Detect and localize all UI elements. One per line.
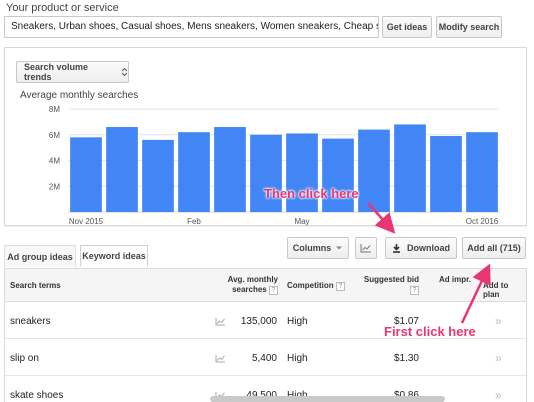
chart-x-tick-label: Feb xyxy=(187,217,201,226)
row-suggested-bid: $1.30 xyxy=(393,353,419,364)
table-header: Search terms Avg. monthly searches ? Com… xyxy=(5,269,526,302)
col-competition[interactable]: Competition ? xyxy=(287,281,345,291)
row-competition: High xyxy=(287,316,308,327)
row-search-term: skate shoes xyxy=(10,390,64,401)
trend-chart-icon[interactable] xyxy=(215,354,226,363)
product-service-input[interactable]: Sneakers, Urban shoes, Casual shoes, Men… xyxy=(4,16,379,38)
table-row: slip on 5,400 High $1.30 » xyxy=(5,339,526,376)
product-service-label: Your product or service xyxy=(6,2,119,14)
trend-chart-icon[interactable] xyxy=(215,317,226,326)
chart-x-tick-label: May xyxy=(294,217,309,226)
download-button[interactable]: Download xyxy=(385,237,457,259)
chart-bar xyxy=(70,137,102,212)
row-competition: High xyxy=(287,353,308,364)
tab-keyword-ideas[interactable]: Keyword ideas xyxy=(80,245,148,267)
modify-search-button[interactable]: Modify search xyxy=(436,16,502,38)
chart-bar xyxy=(466,132,498,212)
chart-y-tick-label: 6M xyxy=(49,131,60,140)
annotation-first-click: First click here xyxy=(384,324,476,339)
row-avg-monthly-searches: 135,000 xyxy=(240,316,277,327)
chart-bar xyxy=(394,124,426,212)
col-suggested-bid-label: Suggested bid xyxy=(363,275,419,284)
col-avg-monthly-line1: Avg. monthly xyxy=(227,275,278,284)
add-to-plan-icon[interactable]: » xyxy=(495,388,502,402)
chart-x-tick-label: Oct 2016 xyxy=(466,217,499,226)
get-ideas-button[interactable]: Get ideas xyxy=(382,16,432,38)
columns-button[interactable]: Columns xyxy=(287,237,349,259)
col-competition-label: Competition xyxy=(287,281,334,290)
add-all-button[interactable]: Add all (715) xyxy=(462,237,526,259)
chart-bar xyxy=(142,139,174,212)
chart-bar xyxy=(214,127,246,212)
columns-label: Columns xyxy=(292,243,332,253)
row-avg-monthly-searches: 5,400 xyxy=(251,353,277,364)
col-add-to-plan[interactable]: Add to plan xyxy=(483,281,526,299)
download-icon xyxy=(393,244,400,253)
help-icon[interactable]: ? xyxy=(335,282,345,291)
chart-y-tick-label: 4M xyxy=(49,157,60,166)
row-search-term: sneakers xyxy=(10,316,51,327)
annotation-then-click: Then click here xyxy=(264,186,359,201)
col-avg-monthly-searches[interactable]: Avg. monthly searches ? xyxy=(220,275,278,295)
chart-x-tick-label: Nov 2015 xyxy=(69,217,104,226)
col-ad-impr[interactable]: Ad impr. xyxy=(439,275,471,284)
download-label: Download xyxy=(407,243,450,253)
row-search-term: slip on xyxy=(10,353,39,364)
col-search-terms[interactable]: Search terms xyxy=(10,281,61,290)
help-icon[interactable]: ? xyxy=(410,286,419,295)
help-icon[interactable]: ? xyxy=(269,286,278,295)
chart-bar xyxy=(178,132,210,212)
chart-bar xyxy=(430,136,462,212)
chart-y-tick-label: 2M xyxy=(49,182,60,191)
add-to-plan-icon[interactable]: » xyxy=(495,314,502,328)
chart-bar xyxy=(106,127,138,212)
caret-down-icon xyxy=(336,246,343,250)
col-suggested-bid[interactable]: Suggested bid ? xyxy=(361,275,419,295)
horizontal-scrollbar[interactable] xyxy=(210,396,445,402)
chart-y-tick-label: 8M xyxy=(49,105,60,114)
add-to-plan-icon[interactable]: » xyxy=(495,351,502,365)
line-chart-icon xyxy=(360,244,371,253)
chart-bar xyxy=(358,129,390,212)
tab-ad-group-ideas[interactable]: Ad group ideas xyxy=(4,245,76,267)
chart-toggle-button[interactable] xyxy=(355,237,377,259)
col-avg-monthly-line2: searches xyxy=(232,285,267,294)
